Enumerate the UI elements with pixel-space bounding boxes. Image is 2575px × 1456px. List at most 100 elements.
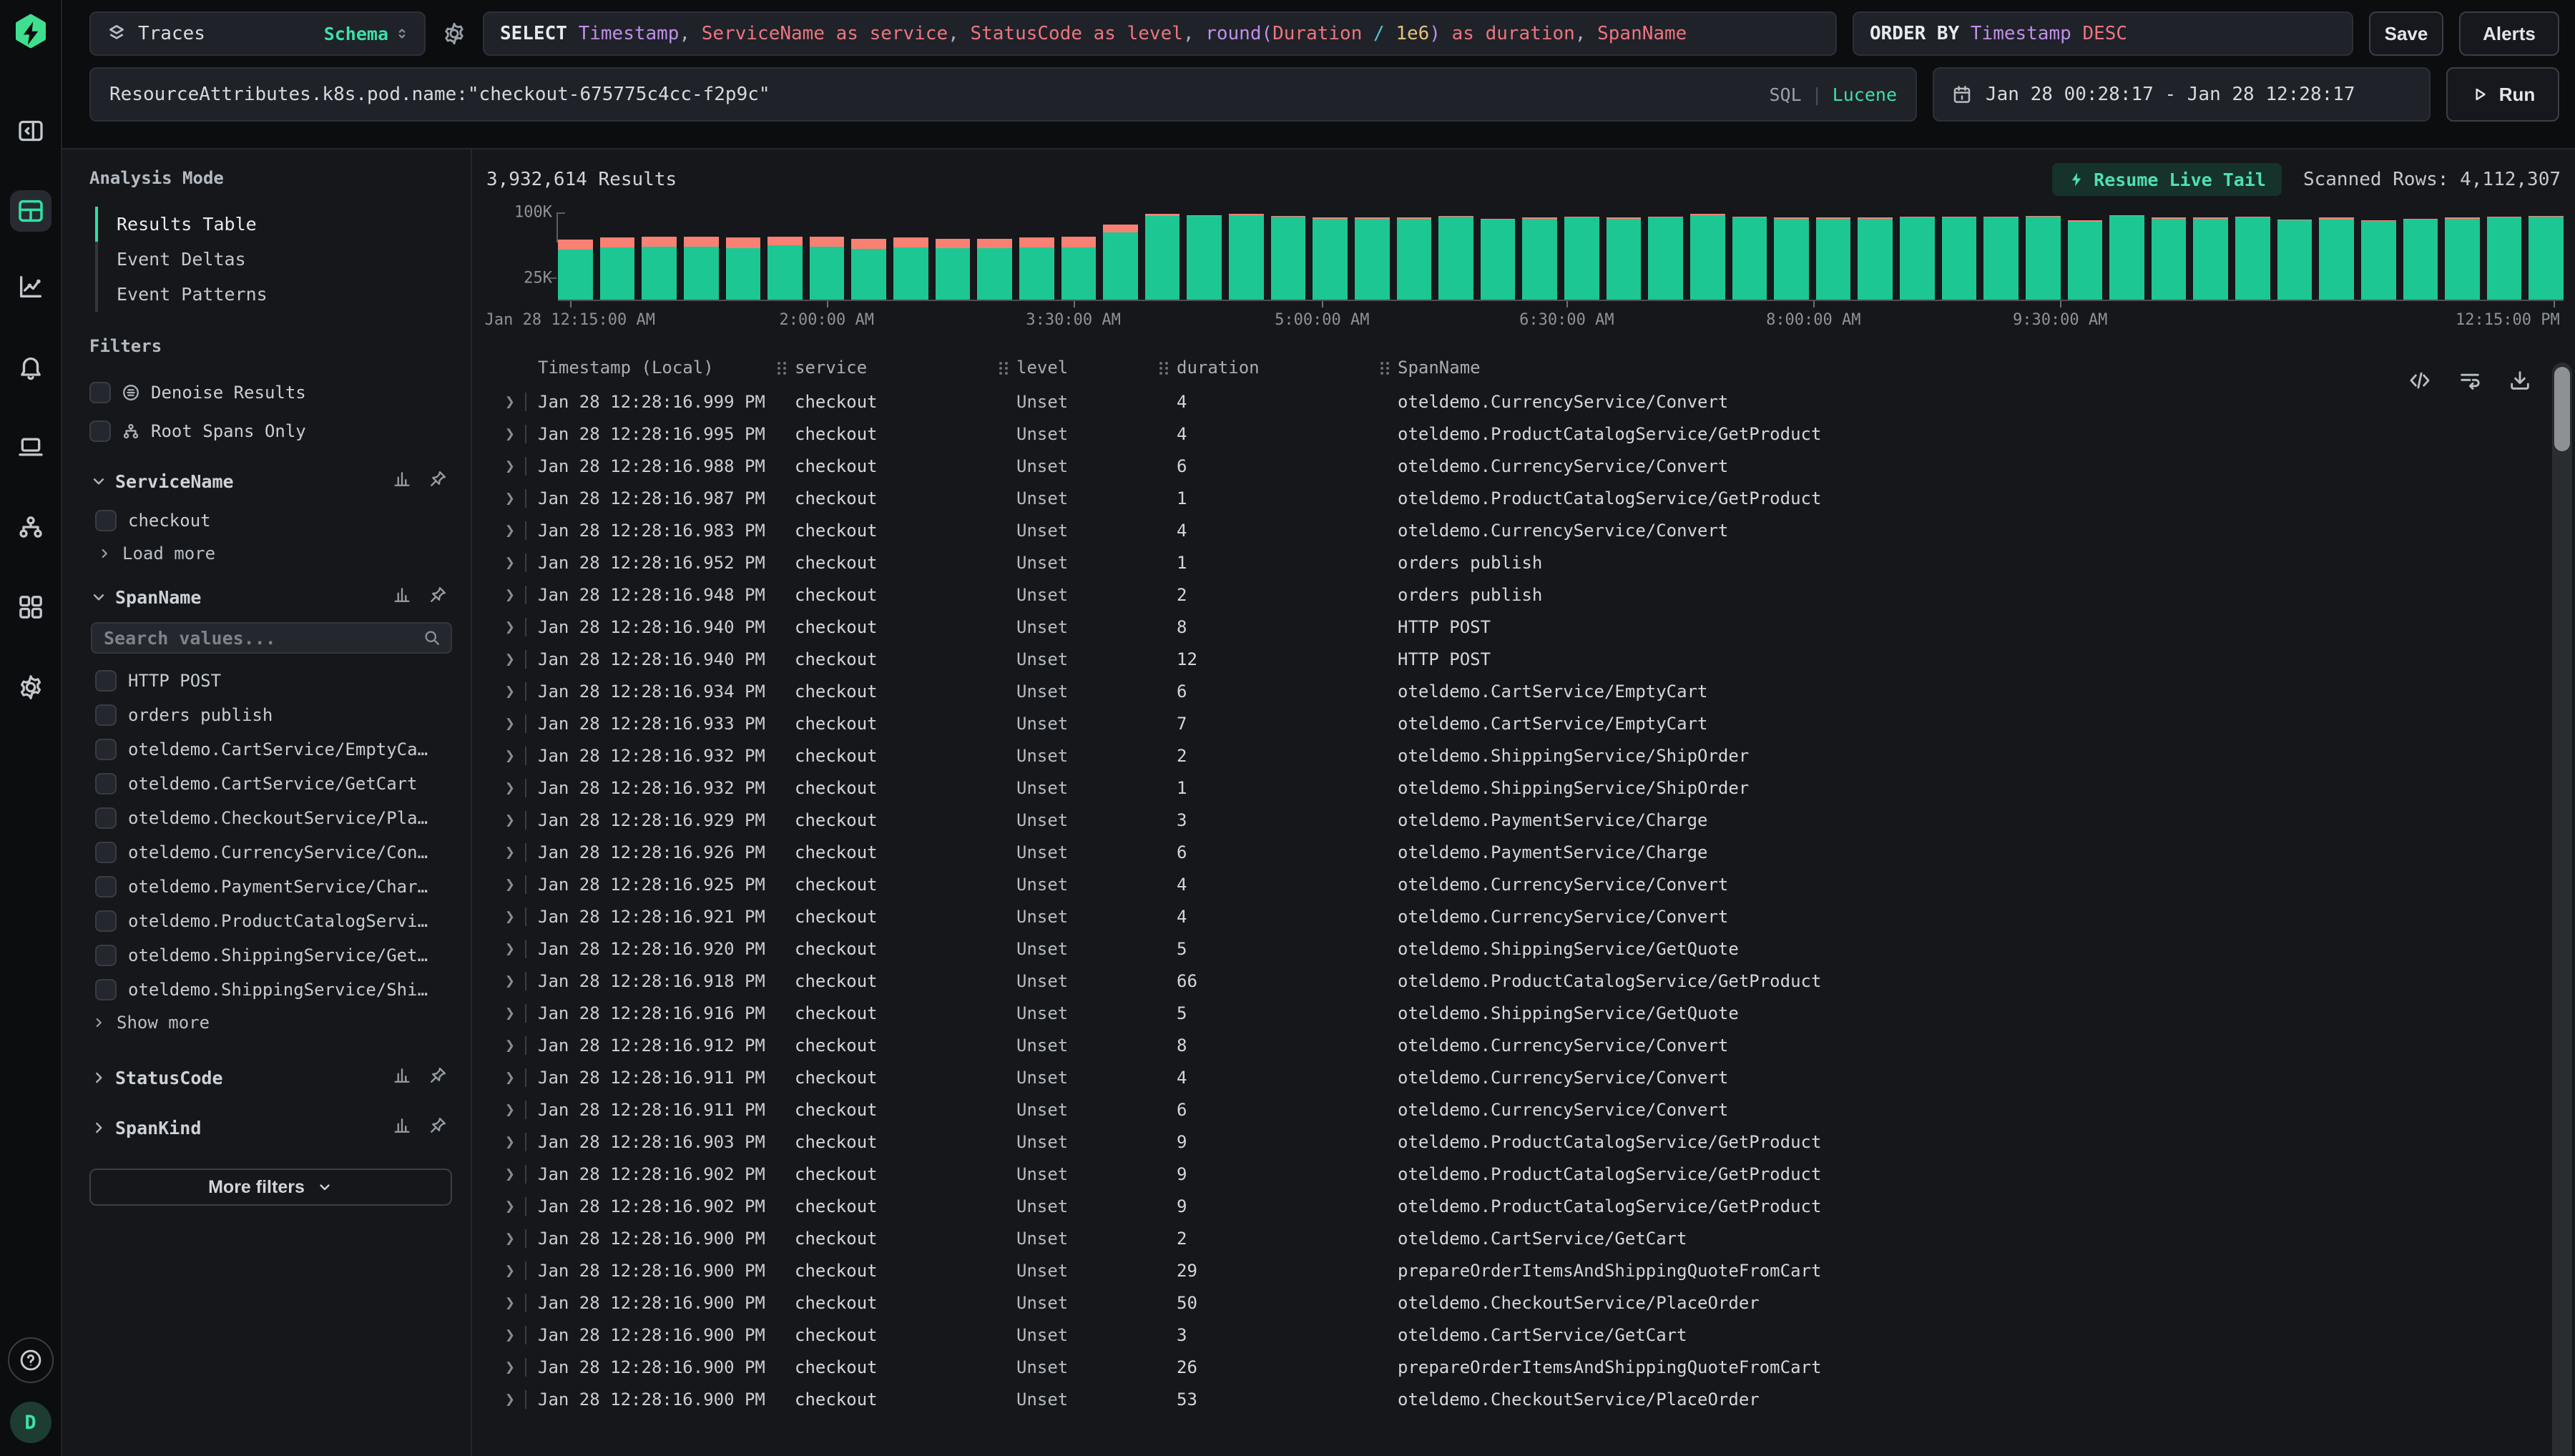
row-expand[interactable]: ❯ bbox=[505, 393, 538, 411]
drag-handle-icon[interactable] bbox=[999, 361, 1008, 374]
table-row[interactable]: ❯Jan 28 12:28:16.903 PMcheckoutUnset9ote… bbox=[486, 1126, 2538, 1158]
source-selector[interactable]: Traces Schema bbox=[89, 11, 426, 56]
row-expand[interactable]: ❯ bbox=[505, 811, 538, 830]
table-row[interactable]: ❯Jan 28 12:28:16.940 PMcheckoutUnset8HTT… bbox=[486, 611, 2538, 643]
spanname-show-more[interactable]: Show more bbox=[89, 1007, 452, 1036]
row-expand-chevron-icon[interactable]: ❯ bbox=[505, 1101, 515, 1119]
table-row[interactable]: ❯Jan 28 12:28:16.925 PMcheckoutUnset4ote… bbox=[486, 868, 2538, 900]
row-expand[interactable]: ❯ bbox=[505, 1326, 538, 1344]
histogram-bar[interactable] bbox=[2193, 217, 2228, 300]
download-icon[interactable] bbox=[2508, 368, 2532, 395]
row-expand[interactable]: ❯ bbox=[505, 425, 538, 443]
nav-dashboards-icon[interactable] bbox=[10, 586, 52, 628]
filter-value-row[interactable]: oteldemo.ProductCatalogServi… bbox=[95, 904, 452, 938]
row-expand-chevron-icon[interactable]: ❯ bbox=[505, 521, 515, 540]
nav-search-results[interactable] bbox=[10, 190, 52, 232]
table-row[interactable]: ❯Jan 28 12:28:16.900 PMcheckoutUnset50ot… bbox=[486, 1287, 2538, 1319]
table-row[interactable]: ❯Jan 28 12:28:16.900 PMcheckoutUnset3ote… bbox=[486, 1319, 2538, 1351]
row-expand-chevron-icon[interactable]: ❯ bbox=[505, 682, 515, 701]
row-expand-chevron-icon[interactable]: ❯ bbox=[505, 940, 515, 958]
histogram-bar[interactable] bbox=[2152, 217, 2187, 300]
pin-icon[interactable] bbox=[428, 1066, 448, 1090]
row-expand[interactable]: ❯ bbox=[505, 747, 538, 765]
drag-handle-icon[interactable] bbox=[778, 361, 786, 374]
histogram-bar[interactable] bbox=[726, 237, 761, 300]
table-row[interactable]: ❯Jan 28 12:28:16.900 PMcheckoutUnset2ote… bbox=[486, 1222, 2538, 1254]
table-row[interactable]: ❯Jan 28 12:28:16.952 PMcheckoutUnset1ord… bbox=[486, 546, 2538, 579]
date-range-picker[interactable]: Jan 28 00:28:17 - Jan 28 12:28:17 bbox=[1933, 67, 2431, 122]
row-expand[interactable]: ❯ bbox=[505, 457, 538, 476]
row-expand-chevron-icon[interactable]: ❯ bbox=[505, 907, 515, 926]
row-expand-chevron-icon[interactable]: ❯ bbox=[505, 1165, 515, 1184]
servicename-group-header[interactable]: ServiceName bbox=[89, 469, 452, 493]
row-expand[interactable]: ❯ bbox=[505, 650, 538, 669]
histogram-bar[interactable] bbox=[2026, 216, 2061, 300]
filter-value-row[interactable]: oteldemo.CheckoutService/Pla… bbox=[95, 801, 452, 835]
histogram-bar[interactable] bbox=[1438, 216, 1473, 300]
row-expand-chevron-icon[interactable]: ❯ bbox=[505, 714, 515, 733]
histogram-bar[interactable] bbox=[851, 239, 886, 300]
row-expand-chevron-icon[interactable]: ❯ bbox=[505, 457, 515, 476]
row-expand-chevron-icon[interactable]: ❯ bbox=[505, 811, 515, 830]
row-expand[interactable]: ❯ bbox=[505, 714, 538, 733]
table-row[interactable]: ❯Jan 28 12:28:16.933 PMcheckoutUnset7ote… bbox=[486, 707, 2538, 739]
query-settings-gear-icon[interactable] bbox=[441, 21, 467, 46]
schema-toggle[interactable]: Schema bbox=[324, 24, 410, 44]
search-filter-input[interactable]: ResourceAttributes.k8s.pod.name:"checkou… bbox=[89, 67, 1917, 122]
row-expand[interactable]: ❯ bbox=[505, 1229, 538, 1248]
wrap-lines-icon[interactable] bbox=[2458, 368, 2482, 395]
histogram-bar[interactable] bbox=[2235, 217, 2270, 300]
scrollbar-thumb[interactable] bbox=[2554, 367, 2570, 451]
histogram-bar[interactable] bbox=[1564, 217, 1599, 300]
row-expand-chevron-icon[interactable]: ❯ bbox=[505, 425, 515, 443]
checkbox[interactable] bbox=[95, 510, 117, 531]
row-expand-chevron-icon[interactable]: ❯ bbox=[505, 554, 515, 572]
histogram-bar[interactable] bbox=[684, 237, 719, 300]
drag-handle-icon[interactable] bbox=[1159, 361, 1168, 374]
row-expand[interactable]: ❯ bbox=[505, 1261, 538, 1280]
histogram-bar[interactable] bbox=[1648, 217, 1683, 300]
histogram-bar[interactable] bbox=[1061, 237, 1097, 300]
histogram-bar[interactable] bbox=[1522, 217, 1557, 300]
bar-chart-icon[interactable] bbox=[392, 1116, 412, 1140]
table-row[interactable]: ❯Jan 28 12:28:16.900 PMcheckoutUnset53ot… bbox=[486, 1383, 2538, 1415]
more-filters-button[interactable]: More filters bbox=[89, 1169, 452, 1206]
checkbox[interactable] bbox=[95, 807, 117, 829]
row-expand-chevron-icon[interactable]: ❯ bbox=[505, 489, 515, 508]
histogram-bar[interactable] bbox=[1355, 217, 1390, 300]
bar-chart-icon[interactable] bbox=[392, 585, 412, 609]
table-row[interactable]: ❯Jan 28 12:28:16.988 PMcheckoutUnset6ote… bbox=[486, 450, 2538, 482]
histogram-bar[interactable] bbox=[558, 240, 593, 300]
denoise-checkbox[interactable] bbox=[89, 382, 111, 403]
table-row[interactable]: ❯Jan 28 12:28:16.987 PMcheckoutUnset1ote… bbox=[486, 482, 2538, 514]
row-expand-chevron-icon[interactable]: ❯ bbox=[505, 1133, 515, 1151]
histogram-bar[interactable] bbox=[2277, 220, 2312, 300]
table-row[interactable]: ❯Jan 28 12:28:16.940 PMcheckoutUnset12HT… bbox=[486, 643, 2538, 675]
row-expand[interactable]: ❯ bbox=[505, 1390, 538, 1409]
table-row[interactable]: ❯Jan 28 12:28:16.934 PMcheckoutUnset6ote… bbox=[486, 675, 2538, 707]
histogram-bar[interactable] bbox=[1103, 225, 1138, 300]
histogram-bar[interactable] bbox=[1187, 215, 1222, 300]
checkbox[interactable] bbox=[95, 910, 117, 932]
table-row[interactable]: ❯Jan 28 12:28:16.918 PMcheckoutUnset66ot… bbox=[486, 965, 2538, 997]
table-row[interactable]: ❯Jan 28 12:28:16.920 PMcheckoutUnset5ote… bbox=[486, 933, 2538, 965]
spankind-group-header[interactable]: SpanKind bbox=[89, 1116, 452, 1140]
nav-settings-gear-icon[interactable] bbox=[10, 666, 52, 708]
histogram-bar[interactable] bbox=[1858, 217, 1893, 300]
row-expand-chevron-icon[interactable]: ❯ bbox=[505, 393, 515, 411]
row-expand[interactable]: ❯ bbox=[505, 1133, 538, 1151]
row-expand-chevron-icon[interactable]: ❯ bbox=[505, 875, 515, 894]
drag-handle-icon[interactable] bbox=[1380, 361, 1389, 374]
table-row[interactable]: ❯Jan 28 12:28:16.900 PMcheckoutUnset26pr… bbox=[486, 1351, 2538, 1383]
histogram-bar[interactable] bbox=[936, 239, 971, 300]
filter-value-row[interactable]: oteldemo.PaymentService/Char… bbox=[95, 870, 452, 904]
row-expand-chevron-icon[interactable]: ❯ bbox=[505, 972, 515, 990]
histogram-bar[interactable] bbox=[1313, 217, 1348, 300]
row-expand[interactable]: ❯ bbox=[505, 940, 538, 958]
row-expand-chevron-icon[interactable]: ❯ bbox=[505, 1326, 515, 1344]
histogram-bar[interactable] bbox=[893, 237, 928, 300]
toggle-root-spans-only[interactable]: Root Spans Only bbox=[89, 412, 452, 451]
row-expand-chevron-icon[interactable]: ❯ bbox=[505, 747, 515, 765]
checkbox[interactable] bbox=[95, 945, 117, 966]
row-expand-chevron-icon[interactable]: ❯ bbox=[505, 1390, 515, 1409]
